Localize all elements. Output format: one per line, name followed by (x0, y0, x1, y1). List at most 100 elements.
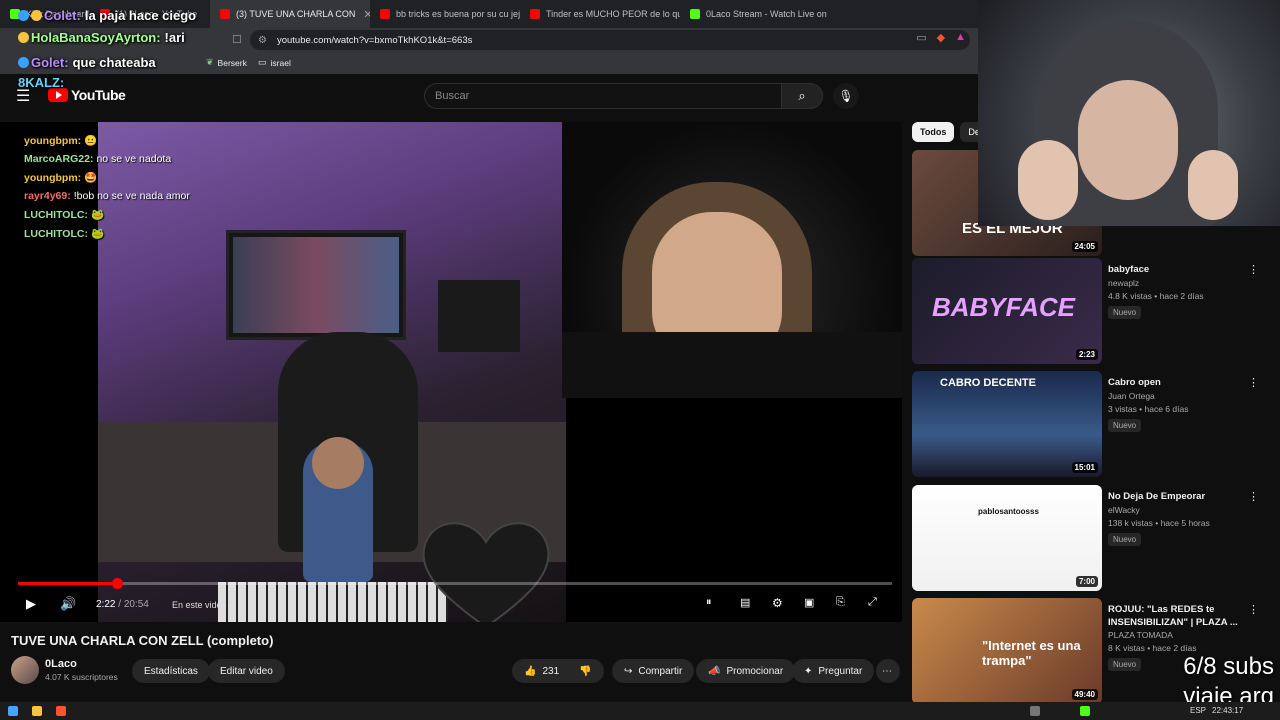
tab-label: (3) TUVE UNA CHARLA CON (236, 9, 356, 19)
stats-button[interactable]: Estadísticas (132, 659, 210, 683)
folder-icon: ▭ (258, 57, 267, 67)
tab-label: Tinder es MUCHO PEOR de lo que C (546, 9, 680, 19)
like-dislike-button[interactable]: 👍 231 👎 (512, 659, 604, 683)
screen-icon[interactable]: ▭ (916, 31, 926, 44)
recommendation-title[interactable]: babyface (1108, 263, 1248, 276)
video-player[interactable]: youngbpm: 😐 MarcoARG22: no se ve nadota youn… (0, 122, 902, 622)
search-button[interactable]: ⌕ (781, 83, 823, 109)
chat-message: 😐 (84, 135, 98, 147)
stream-chat-line: Colet: la paja hace ciego (18, 8, 196, 23)
recommendation-thumbnail[interactable]: BABYFACE 2:23 (912, 258, 1102, 364)
mic-icon: 🎙 (838, 89, 854, 103)
tray-icon[interactable] (1030, 706, 1040, 716)
bookmark-israel[interactable]: ▭ israel (258, 57, 291, 68)
thumbs-down-icon[interactable]: 👎 (579, 666, 591, 677)
duration-badge: 24:05 (1071, 241, 1098, 252)
brave-shield-icon[interactable]: ◆ (937, 31, 945, 44)
fullscreen-icon[interactable]: ⤢ (868, 596, 877, 609)
recommendation-channel[interactable]: PLAZA TOMADA (1108, 630, 1173, 640)
new-badge: Nuevo (1108, 306, 1142, 319)
video-chat-line: MarcoARG22: no se ve nadota (24, 153, 171, 165)
filter-chips: Todos De (912, 122, 988, 142)
bookmark-icon[interactable]: ☐ (232, 33, 242, 46)
recommendation-item[interactable]: BABYFACE 2:23 babyface newaplz 4.8 K vistas … (912, 258, 1272, 366)
recommendation-item[interactable]: pablosantoosss 7:00 No Deja De Empeorar elW… (912, 485, 1272, 593)
stream-chat-line: 8KALZ: (18, 75, 65, 90)
chip-all[interactable]: Todos (912, 122, 955, 142)
speaker (438, 280, 520, 352)
more-options-icon[interactable]: ⋮ (1248, 603, 1259, 616)
windows-start-icon[interactable] (8, 706, 18, 716)
recommendation-thumbnail[interactable]: "Internet es una trampa" 49:40 (912, 598, 1102, 704)
promote-button[interactable]: 📣 Promocionar (696, 659, 796, 683)
hand (1018, 140, 1078, 220)
address-bar[interactable]: ⚙ youtube.com/watch?v=bxmoTkhKO1k&t=663s (250, 30, 970, 50)
voice-search-button[interactable]: 🎙 (833, 83, 859, 109)
address-actions: ▭ ◆ ▲ (916, 31, 966, 44)
settings-icon[interactable]: ⚙ (772, 596, 783, 610)
recommendation-meta: 3 vistas • hace 6 días (1108, 404, 1189, 414)
site-info-icon[interactable]: ⚙ (258, 35, 267, 46)
file-explorer-icon[interactable] (32, 706, 42, 716)
youtube-header: ☰ YouTube Buscar ⌕ 🎙 (0, 74, 980, 116)
cast-icon[interactable]: ⎘ (836, 596, 845, 609)
search-input[interactable]: Buscar (424, 83, 782, 109)
channel-name[interactable]: 0Laco (45, 658, 77, 670)
progress-knob[interactable] (111, 578, 123, 589)
recommendation-item[interactable]: CABRO DECENTE 15:01 Cabro open Juan Ortega 3… (912, 371, 1272, 479)
browser-tab[interactable]: (3) TUVE UNA CHARLA CON ✕ (210, 0, 370, 28)
recommendation-title[interactable]: Cabro open (1108, 376, 1248, 389)
chat-message: !bob no se ve nada amor (73, 189, 190, 202)
brave-rewards-icon[interactable]: ▲ (955, 31, 966, 44)
hand (1188, 150, 1238, 220)
youtube-play-icon (48, 88, 68, 102)
screen: { "browser": { "tabs": [ {"label": "Kick… (0, 0, 1280, 720)
browser-tab[interactable]: 0Laco Stream - Watch Live on Kick (680, 0, 830, 28)
chat-message: 🐸 (90, 209, 105, 221)
recommendation-meta: 4.8 K vistas • hace 2 días (1108, 291, 1204, 301)
browser-tab[interactable]: Tinder es MUCHO PEOR de lo que C (520, 0, 680, 28)
chat-username: MarcoARG22: (24, 152, 94, 165)
chapter-label[interactable]: En este video › (172, 600, 232, 610)
bookmark-berserk[interactable]: ❦ Berserk (206, 57, 247, 68)
recommendation-title[interactable]: No Deja De Empeorar (1108, 490, 1248, 503)
language-indicator[interactable]: ESP (1190, 706, 1206, 715)
duration-badge: 7:00 (1075, 576, 1098, 587)
browser-tab[interactable]: bb tricks es buena por su cu jeje - Yo (370, 0, 520, 28)
recommendation-title[interactable]: ROJUU: "Las REDES te INSENSIBILIZAN" | P… (1108, 603, 1248, 629)
autoplay-toggle-icon[interactable]: ⏸ (706, 596, 712, 609)
chat-username: youngbpm: (24, 135, 82, 147)
tab-favicon-icon (690, 9, 700, 19)
more-options-icon[interactable]: ⋮ (1248, 263, 1259, 276)
play-icon[interactable]: ▶ (26, 596, 36, 612)
edit-video-button[interactable]: Editar video (208, 659, 285, 683)
progress-fill (18, 582, 117, 585)
recommendation-channel[interactable]: elWacky (1108, 505, 1140, 515)
video-right-scene (562, 122, 902, 398)
recommendation-channel[interactable]: newaplz (1108, 278, 1139, 288)
clock[interactable]: 22:43:17 (1212, 706, 1243, 715)
video-title: TUVE UNA CHARLA CON ZELL (completo) (11, 633, 274, 648)
close-tab-icon[interactable]: ✕ (363, 8, 370, 21)
recommendation-channel[interactable]: Juan Ortega (1108, 391, 1155, 401)
more-actions-button[interactable]: ⋯ (876, 659, 900, 683)
more-options-icon[interactable]: ⋮ (1248, 376, 1259, 389)
miniplayer-icon[interactable]: ▣ (804, 596, 814, 609)
thumbnail-text: CABRO DECENTE (940, 377, 1036, 389)
thumbs-up-icon[interactable]: 👍 (524, 666, 536, 677)
crown-icon (18, 32, 29, 43)
ask-button[interactable]: ✦ Preguntar (792, 659, 875, 683)
recommendation-thumbnail[interactable]: pablosantoosss 7:00 (912, 485, 1102, 591)
chat-username: LUCHITOLC: (24, 227, 88, 240)
subtitles-icon[interactable]: ▤ (740, 596, 750, 609)
progress-bar[interactable] (18, 578, 892, 589)
recommendation-thumbnail[interactable]: CABRO DECENTE 15:01 (912, 371, 1102, 477)
brave-browser-icon[interactable] (56, 706, 66, 716)
more-options-icon[interactable]: ⋮ (1248, 490, 1259, 503)
volume-icon[interactable]: 🔊 (60, 596, 76, 612)
piano-keys (218, 582, 448, 622)
avatar[interactable] (11, 656, 39, 684)
share-button[interactable]: ↪ Compartir (612, 659, 695, 683)
kick-tray-icon[interactable] (1080, 706, 1090, 716)
sparkle-icon: ✦ (804, 665, 813, 677)
